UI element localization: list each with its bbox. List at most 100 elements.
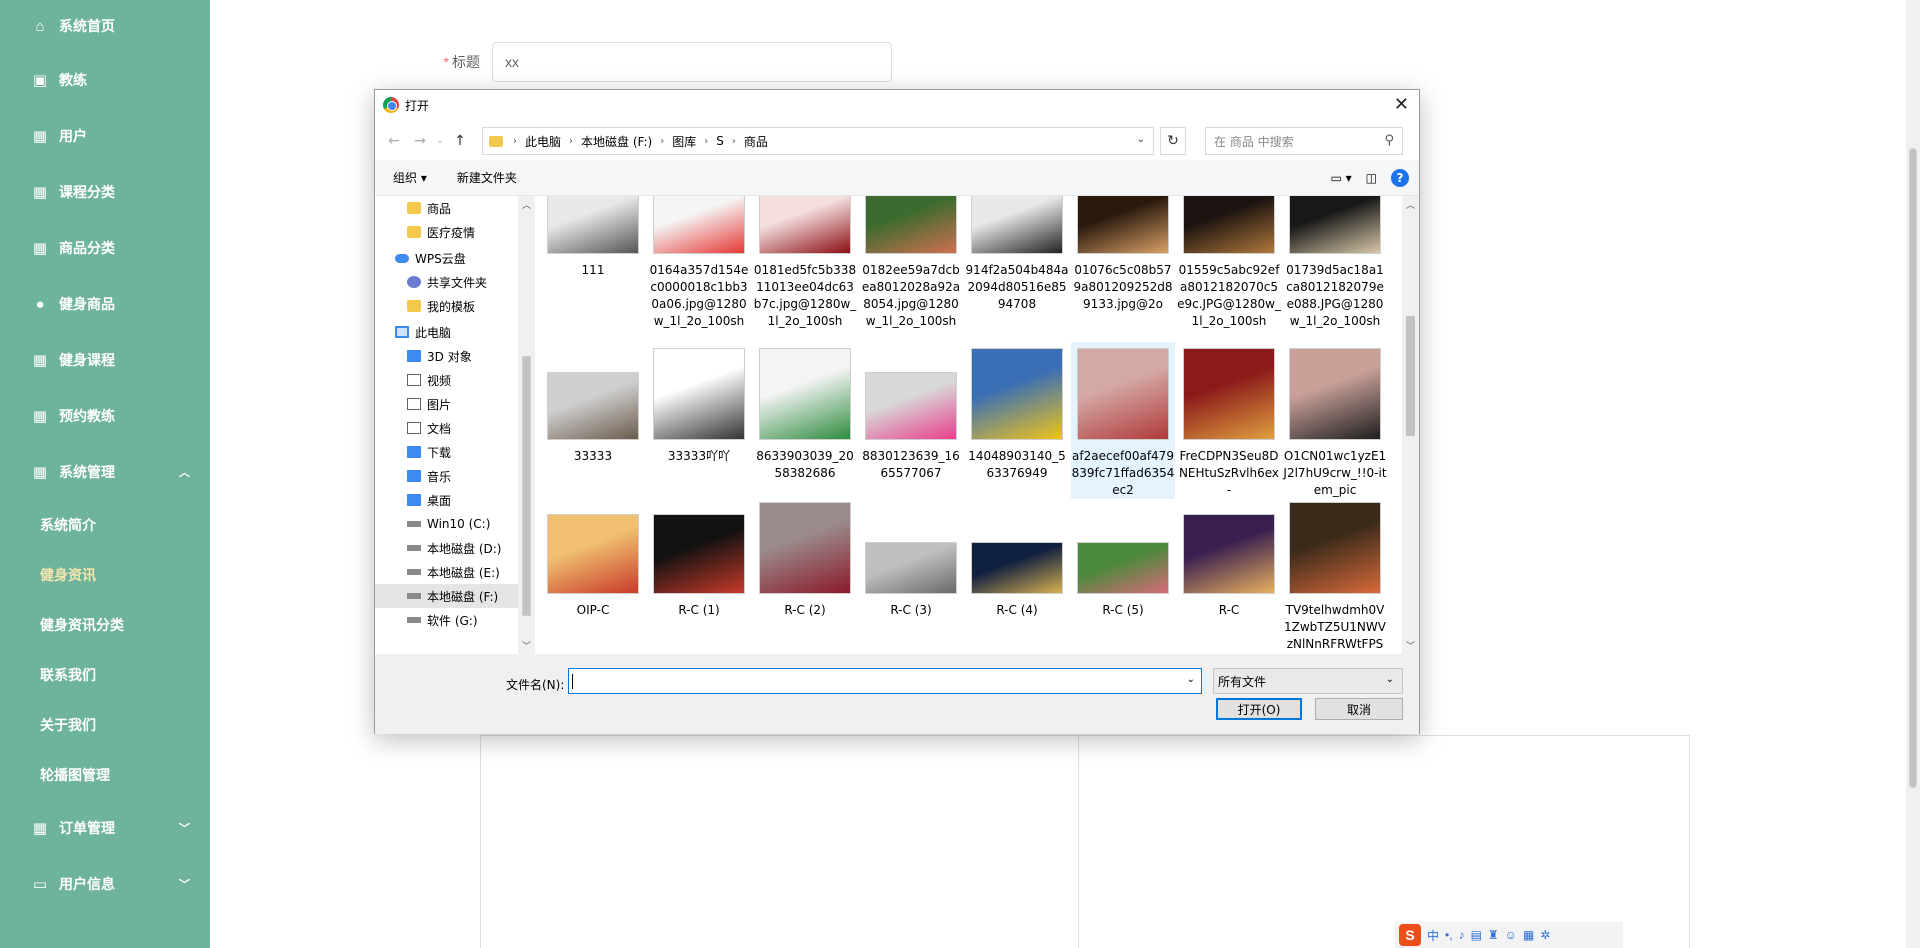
file-item[interactable]: R-C [1177, 496, 1281, 619]
file-item[interactable]: 914f2a504b484a2094d80516e8594708 [965, 196, 1069, 313]
tree-item-3d[interactable]: 3D 对象 [375, 344, 535, 368]
tree-item-documents[interactable]: 文档 [375, 416, 535, 440]
navigation-scrollbar[interactable]: ︿ ﹀ [518, 196, 535, 654]
file-item[interactable]: TV9telhwdmh0V1ZwbTZ5U1NWVzNlNnRFRWtFPS9o… [1283, 496, 1387, 654]
scroll-down-icon[interactable]: ﹀ [522, 639, 531, 652]
view-options-icon[interactable]: ▭ ▾ [1330, 171, 1351, 185]
dialog-titlebar[interactable]: 打开 [375, 90, 1419, 120]
sidebar-item-orders[interactable]: ▦ 订单管理 ﹀ [0, 800, 210, 856]
file-item[interactable]: 01739d5ac18a1ca8012182079ee088.JPG@1280w… [1283, 196, 1387, 330]
tree-item-drive-d[interactable]: 本地磁盘 (D:) [375, 536, 535, 560]
file-item[interactable]: 14048903140_563376949 [965, 342, 1069, 482]
editor-area[interactable] [480, 735, 1690, 948]
breadcrumb-this-pc[interactable]: 此电脑 [525, 133, 561, 150]
tree-item-shared[interactable]: 共享文件夹 [375, 270, 535, 294]
keyboard-icon[interactable]: ▤ [1471, 928, 1482, 942]
page-scrollbar[interactable] [1906, 0, 1920, 948]
breadcrumb-products[interactable]: 商品 [744, 133, 768, 150]
sidebar-item-users[interactable]: ▦ 用户 [0, 108, 210, 164]
sidebar-subitem-fitness-news[interactable]: 健身资讯 [0, 550, 210, 600]
chevron-down-icon[interactable]: ⌄ [1187, 674, 1195, 685]
up-arrow-icon[interactable]: ↑ [447, 133, 473, 149]
tree-item-pictures[interactable]: 图片 [375, 392, 535, 416]
file-item[interactable]: 01559c5abc92efa8012182070c5e9c.JPG@1280w… [1177, 196, 1281, 330]
apps-grid-icon[interactable]: ▦ [1523, 928, 1534, 942]
settings-icon[interactable]: ✲ [1540, 928, 1550, 942]
sidebar-subitem-contact-us[interactable]: 联系我们 [0, 650, 210, 700]
file-item[interactable]: 33333 [541, 342, 645, 465]
tree-item-downloads[interactable]: 下载 [375, 440, 535, 464]
file-item[interactable]: 111 [541, 196, 645, 279]
chevron-down-icon[interactable]: ⌄ [1137, 134, 1145, 145]
breadcrumb-s[interactable]: S [716, 134, 724, 148]
file-item[interactable]: R-C (4) [965, 496, 1069, 619]
sidebar-item-coach[interactable]: ▣ 教练 [0, 52, 210, 108]
filename-input[interactable]: ⌄ [568, 668, 1202, 694]
sidebar-subitem-system-intro[interactable]: 系统简介 [0, 500, 210, 550]
tree-item-drive-c[interactable]: Win10 (C:) [375, 512, 535, 536]
file-item[interactable]: af2aecef00af479839fc71ffad6354ec2 [1071, 342, 1175, 499]
file-item[interactable]: 8830123639_1665577067 [859, 342, 963, 482]
sidebar-item-course-category[interactable]: ▦ 课程分类 [0, 164, 210, 220]
sidebar-subitem-about-us[interactable]: 关于我们 [0, 700, 210, 750]
tree-item-music[interactable]: 音乐 [375, 464, 535, 488]
tree-item-drive-f[interactable]: 本地磁盘 (F:) [375, 584, 535, 608]
sidebar-subitem-news-category[interactable]: 健身资讯分类 [0, 600, 210, 650]
file-item[interactable]: 0164a357d154ec0000018c1bb30a06.jpg@1280w… [647, 196, 751, 330]
file-item[interactable]: 8633903039_2058382686 [753, 342, 857, 482]
sidebar-item-home[interactable]: ⌂ 系统首页 [0, 0, 210, 52]
file-item[interactable]: R-C (1) [647, 496, 751, 619]
tree-item-this-pc[interactable]: 此电脑 [375, 320, 535, 344]
ime-punctuation-icon[interactable]: •, [1445, 928, 1453, 942]
scroll-up-icon[interactable]: ︿ [1406, 198, 1415, 211]
file-list-scrollbar[interactable]: ︿ ﹀ [1402, 196, 1419, 654]
breadcrumb-gallery[interactable]: 图库 [672, 133, 696, 150]
file-item[interactable]: R-C (2) [753, 496, 857, 619]
cancel-button[interactable]: 取消 [1315, 698, 1403, 720]
navigation-scrollbar-thumb[interactable] [522, 356, 531, 616]
forward-arrow-icon[interactable]: → [407, 133, 433, 149]
file-item[interactable]: 0181ed5fc5b33811013ee04dc63b7c.jpg@1280w… [753, 196, 857, 330]
sidebar-item-fitness-products[interactable]: ● 健身商品 [0, 276, 210, 332]
refresh-icon[interactable]: ↻ [1160, 127, 1186, 155]
preview-pane-icon[interactable]: ◫ [1366, 171, 1377, 185]
sogou-logo-icon[interactable]: S [1399, 924, 1421, 946]
ime-chinese-icon[interactable]: 中 [1427, 927, 1439, 944]
sidebar-item-book-coach[interactable]: ▦ 预约教练 [0, 388, 210, 444]
robot-icon[interactable]: ☺ [1505, 928, 1517, 942]
tree-item-videos[interactable]: 视频 [375, 368, 535, 392]
sidebar-item-system-management[interactable]: ▦ 系统管理 ︿ [0, 444, 210, 500]
search-input[interactable]: 在 商品 中搜索 ⚲ [1205, 127, 1403, 155]
sidebar-item-fitness-courses[interactable]: ▦ 健身课程 [0, 332, 210, 388]
title-input[interactable] [492, 42, 892, 82]
tree-item-wps-cloud[interactable]: WPS云盘 [375, 246, 535, 270]
sidebar-item-user-info[interactable]: ▭ 用户信息 ﹀ [0, 856, 210, 912]
breadcrumb-drive-f[interactable]: 本地磁盘 (F:) [581, 133, 652, 150]
tree-item-medical[interactable]: 医疗疫情 [375, 220, 535, 244]
organize-button[interactable]: 组织 ▾ [393, 169, 427, 186]
filetype-select[interactable]: 所有文件 ⌄ [1213, 668, 1403, 694]
tree-item-desktop[interactable]: 桌面 [375, 488, 535, 512]
help-icon[interactable]: ? [1391, 169, 1409, 187]
skin-icon[interactable]: ♜ [1488, 928, 1499, 942]
file-item[interactable]: 01076c5c08b579a801209252d89133.jpg@2o [1071, 196, 1175, 313]
sidebar-subitem-carousel[interactable]: 轮播图管理 [0, 750, 210, 800]
file-item[interactable]: O1CN01wc1yzE1J2l7hU9crw_!!0-item_pic [1283, 342, 1387, 499]
scroll-down-icon[interactable]: ﹀ [1406, 639, 1415, 652]
tree-item-drive-e[interactable]: 本地磁盘 (E:) [375, 560, 535, 584]
scroll-up-icon[interactable]: ︿ [522, 198, 531, 211]
file-item[interactable]: R-C (3) [859, 496, 963, 619]
sidebar-item-product-category[interactable]: ▦ 商品分类 [0, 220, 210, 276]
page-scrollbar-thumb[interactable] [1909, 148, 1917, 788]
file-item[interactable]: 0182ee59a7dcbea8012028a92a8054.jpg@1280w… [859, 196, 963, 330]
recent-dropdown-icon[interactable]: ⌄ [433, 136, 447, 146]
tree-item-products[interactable]: 商品 [375, 196, 535, 220]
file-list-scrollbar-thumb[interactable] [1406, 316, 1415, 436]
back-arrow-icon[interactable]: ← [381, 133, 407, 149]
microphone-icon[interactable]: ♪ [1459, 928, 1465, 942]
address-bar[interactable]: › 此电脑 › 本地磁盘 (F:) › 图库 › S › 商品 ⌄ [482, 127, 1154, 155]
file-item[interactable]: OIP-C [541, 496, 645, 619]
file-item[interactable]: FreCDPN3Seu8DNEHtuSzRvlh6ex- [1177, 342, 1281, 499]
file-item[interactable]: R-C (5) [1071, 496, 1175, 619]
new-folder-button[interactable]: 新建文件夹 [457, 169, 517, 186]
